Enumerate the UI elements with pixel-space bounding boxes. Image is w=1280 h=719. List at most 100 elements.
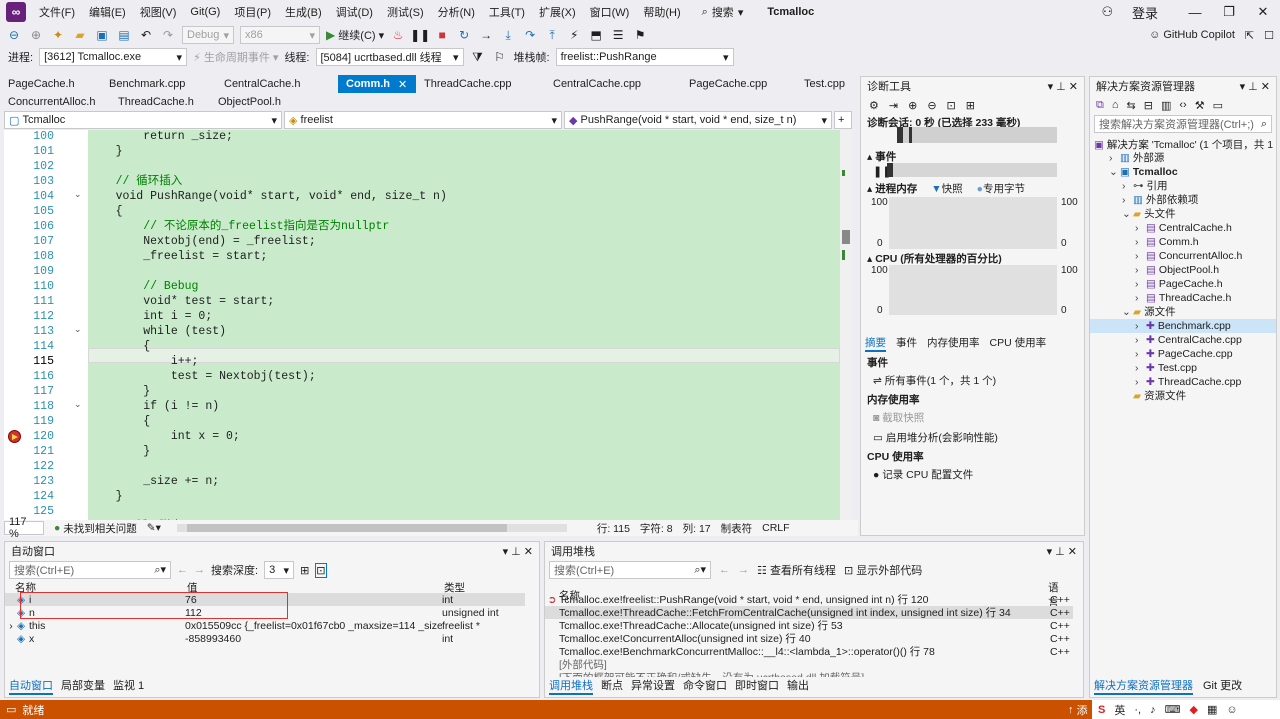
diagnostics-icon[interactable]: ⚡ <box>566 27 582 43</box>
comment-icon[interactable]: ☰ <box>610 27 626 43</box>
solution-tree-item[interactable]: ⌄ ▰ 源文件 <box>1122 305 1176 319</box>
ime-mode[interactable]: 英 <box>1114 702 1125 718</box>
reset-zoom-icon[interactable]: ⊡ <box>947 99 956 112</box>
collapse-icon[interactable]: ⊟ <box>1144 99 1153 112</box>
panel-controls[interactable]: ▾ ⊥ ✕ <box>1048 80 1078 93</box>
zoom-dropdown[interactable]: 117 % <box>4 516 44 540</box>
cpu-chart[interactable] <box>889 265 1057 315</box>
export-icon[interactable]: ⇥ <box>889 99 898 112</box>
record-cpu-button[interactable]: ● 记录 CPU 配置文件 <box>873 467 973 482</box>
menu-item[interactable]: 窗口(W) <box>583 4 637 20</box>
view-all-threads-button[interactable]: ☷ 查看所有线程 <box>757 562 836 578</box>
autos-row[interactable]: › ◈ this 0x015509cc {_freelist=0x01f67cb0 _… <box>5 619 525 632</box>
solution-search-input[interactable]: 搜索解决方案资源管理器(Ctrl+;) ⌕ <box>1094 115 1272 133</box>
expand-arrow-icon[interactable]: › <box>1135 291 1143 305</box>
solution-tree-item[interactable]: › ▥ 外部源 <box>1109 151 1164 165</box>
expand-arrow-icon[interactable]: › <box>1135 235 1143 249</box>
solution-tree-item[interactable]: › ▤ ConcurrentAlloc.h <box>1135 249 1242 263</box>
editor-vertical-scrollbar[interactable] <box>840 130 852 520</box>
solution-tree-item[interactable]: › ✚ CentralCache.cpp <box>1135 333 1242 347</box>
solution-tree-item[interactable]: › ▤ Comm.h <box>1135 235 1199 249</box>
search-box[interactable]: ⌕ 搜索 ▾ <box>696 4 750 20</box>
autos-tab[interactable]: 局部变量 <box>61 677 105 695</box>
skin-icon[interactable]: ◆ <box>1189 703 1197 716</box>
tabs-indicator[interactable]: 制表符 <box>721 521 753 536</box>
file-tab[interactable]: Benchmark.cpp <box>101 75 216 93</box>
fold-toggle-icon[interactable]: ⌄ <box>74 189 82 200</box>
keyboard-icon[interactable]: ⌨ <box>1165 703 1181 716</box>
menu-item[interactable]: 生成(B) <box>278 4 329 20</box>
search-forward-icon[interactable]: → <box>738 564 749 576</box>
diagnostics-tab[interactable]: CPU 使用率 <box>990 335 1047 352</box>
save-icon[interactable]: ▣ <box>94 27 110 43</box>
solution-tree-item[interactable]: ⌄ ▣ Tcmalloc <box>1109 165 1178 179</box>
home-icon[interactable]: ⌂ <box>1112 99 1119 111</box>
menu-item[interactable]: 编辑(E) <box>82 4 133 20</box>
file-tab[interactable]: CentralCache.h <box>216 75 338 93</box>
file-tab[interactable]: ConcurrentAlloc.h <box>0 93 110 111</box>
toolbox-icon[interactable]: ▦ <box>1207 703 1217 716</box>
code-editor[interactable]: 100 101 102 103 104 ⌄ 105 106 107 108 109 110 111 112… <box>4 130 852 520</box>
sogou-icon[interactable]: S <box>1098 704 1105 716</box>
solution-tree-item[interactable]: › ▤ ThreadCache.h <box>1135 291 1231 305</box>
step-into-icon[interactable]: ⤓ <box>500 27 516 43</box>
step-out-icon[interactable]: ⤒ <box>544 27 560 43</box>
eol-indicator[interactable]: CRLF <box>762 522 789 534</box>
new-project-icon[interactable]: ✦ <box>50 27 66 43</box>
process-dropdown[interactable]: [3612] Tcmalloc.exe ▾ <box>39 48 188 66</box>
scope-dropdown[interactable]: ◈ freelist ▾ <box>284 111 562 129</box>
search-back-icon[interactable]: ← <box>177 564 188 576</box>
expand-arrow-icon[interactable]: ⌄ <box>1122 305 1131 319</box>
fold-toggle-icon[interactable]: ⌄ <box>74 399 82 410</box>
project-dropdown[interactable]: ▢ Tcmalloc ▾ <box>4 111 282 129</box>
view-icon[interactable]: ⊡ <box>315 562 327 578</box>
fold-toggle-icon[interactable]: ⌄ <box>74 324 82 335</box>
sync-icon[interactable]: ⇆ <box>1127 99 1136 112</box>
memory-chart[interactable] <box>889 197 1057 249</box>
solution-tree-item[interactable]: › ▤ ObjectPool.h <box>1135 263 1219 277</box>
diagnostics-tab[interactable]: 事件 <box>896 335 917 352</box>
minimize-button[interactable]: — <box>1178 5 1212 20</box>
autos-tab[interactable]: 监视 1 <box>113 677 144 695</box>
back-icon[interactable]: ⊖ <box>6 27 22 43</box>
expand-arrow-icon[interactable]: › <box>1135 347 1143 361</box>
expand-arrow-icon[interactable]: › <box>1135 277 1143 291</box>
call-stack-tab[interactable]: 即时窗口 <box>735 677 779 695</box>
events-track[interactable] <box>887 163 1057 177</box>
file-tab[interactable]: CentralCache.cpp <box>545 75 681 93</box>
step-over-icon[interactable]: ↷ <box>522 27 538 43</box>
heap-profiling-button[interactable]: ▭ 启用堆分析(会影响性能) <box>873 430 998 445</box>
solution-tab[interactable]: 解决方案资源管理器 <box>1094 677 1193 695</box>
menu-item[interactable]: 项目(P) <box>227 4 278 20</box>
solution-tree-item[interactable]: › ▥ 外部依赖项 <box>1122 193 1198 207</box>
undo-icon[interactable]: ↶ <box>138 27 154 43</box>
share-icon[interactable]: ⇱ <box>1245 29 1254 42</box>
select-all-icon[interactable]: ⊞ <box>966 99 975 112</box>
file-tab[interactable]: ObjectPool.h <box>210 93 310 111</box>
solution-tree-item[interactable]: › ▤ CentralCache.h <box>1135 221 1232 235</box>
call-stack-tab[interactable]: 异常设置 <box>631 677 675 695</box>
expand-arrow-icon[interactable]: › <box>1122 179 1130 193</box>
solution-tab[interactable]: Git 更改 <box>1203 677 1242 695</box>
restart-icon[interactable]: ↻ <box>456 27 472 43</box>
call-stack-tab[interactable]: 断点 <box>601 677 623 695</box>
expand-arrow-icon[interactable]: › <box>1109 151 1117 165</box>
menu-item[interactable]: 帮助(H) <box>636 4 687 20</box>
expand-arrow-icon[interactable]: › <box>1135 333 1143 347</box>
menu-item[interactable]: Git(G) <box>183 6 227 18</box>
continue-button[interactable]: ▶ 继续(C) ▾ <box>326 27 384 43</box>
menu-item[interactable]: 视图(V) <box>133 4 184 20</box>
take-snapshot-button[interactable]: ◙ 截取快照 <box>873 410 924 425</box>
menu-item[interactable]: 调试(D) <box>329 4 380 20</box>
autos-search-input[interactable]: 搜索(Ctrl+E) ⌕▾ <box>9 561 171 579</box>
call-stack-search-input[interactable]: 搜索(Ctrl+E) ⌕▾ <box>549 561 711 579</box>
expand-arrow-icon[interactable]: ⌄ <box>1109 165 1118 179</box>
copilot-button[interactable]: ☺ GitHub Copilot <box>1149 29 1235 41</box>
expand-arrow-icon[interactable]: › <box>1135 319 1143 333</box>
expand-arrow-icon[interactable]: › <box>1135 249 1143 263</box>
redo-icon[interactable]: ↷ <box>160 27 176 43</box>
add-to-source-control[interactable]: ↑ 添 <box>1068 702 1088 718</box>
solution-tree-item[interactable]: › ▤ PageCache.h <box>1135 277 1223 291</box>
file-tab[interactable]: PageCache.cpp <box>681 75 796 93</box>
horizontal-scrollbar[interactable] <box>176 524 567 532</box>
